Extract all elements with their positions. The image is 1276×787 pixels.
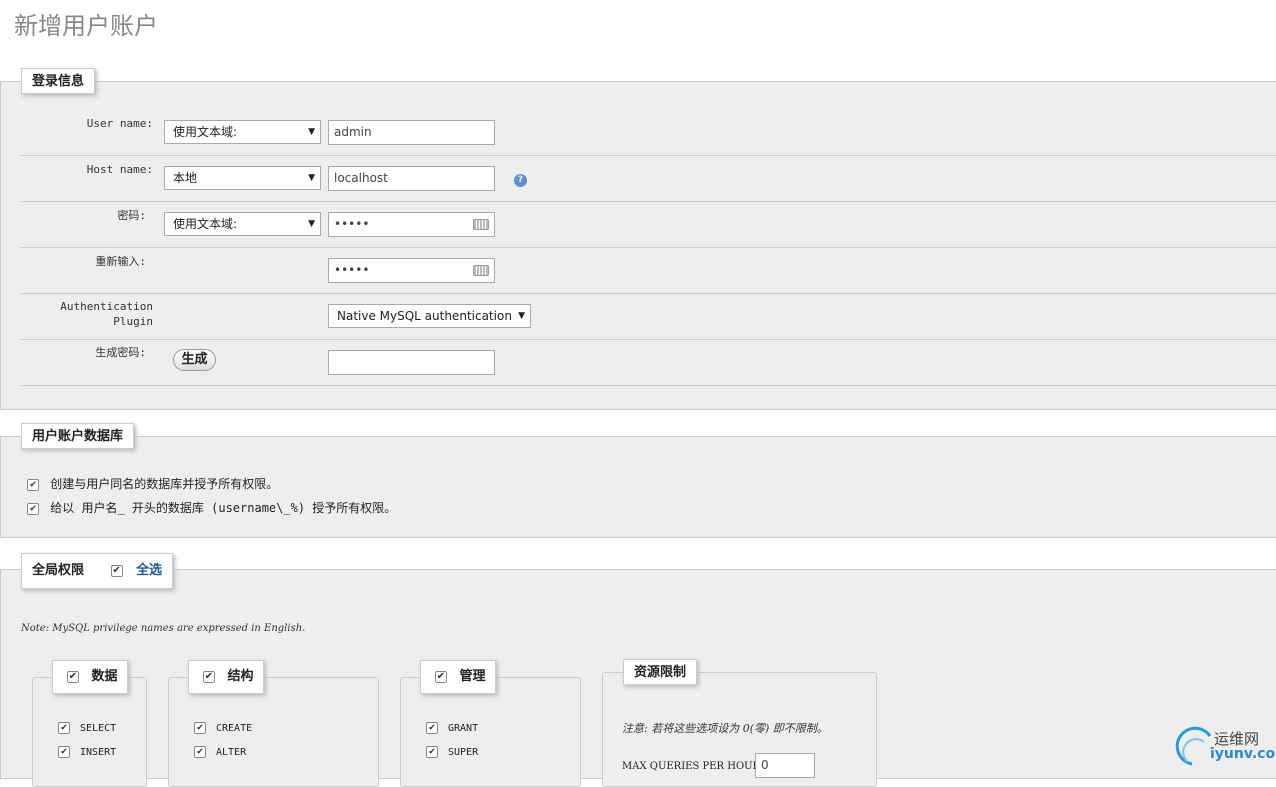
privilege-label: CREATE bbox=[216, 723, 253, 734]
max-queries-input[interactable]: 0 bbox=[755, 753, 815, 778]
keyboard-icon[interactable] bbox=[473, 219, 489, 230]
auth-plugin-label-line1: Authentication bbox=[60, 300, 153, 313]
password-type-value: 使用文本域: bbox=[173, 217, 238, 231]
privilege-label: SELECT bbox=[80, 723, 117, 734]
privilege-insert[interactable]: ✔ INSERT bbox=[58, 746, 116, 758]
password-type-select[interactable]: 使用文本域: ▼ bbox=[164, 212, 321, 236]
global-privileges-legend: 全局权限 ✔ 全选 bbox=[21, 553, 174, 589]
hostname-label: Host name: bbox=[86, 163, 153, 176]
privilege-note: Note: MySQL privilege names are expresse… bbox=[21, 623, 306, 634]
select-all-label[interactable]: 全选 bbox=[136, 563, 162, 578]
auth-plugin-label: Authentication Plugin bbox=[21, 299, 153, 329]
keyboard-icon[interactable] bbox=[473, 265, 489, 276]
select-all-checkbox[interactable]: ✔ bbox=[110, 564, 123, 577]
global-privileges-title: 全局权限 bbox=[32, 563, 85, 578]
checkbox-checked-icon[interactable]: ✔ bbox=[426, 746, 438, 758]
resource-limits-note: 注意: 若将这些选项设为 0(零) 即不限制。 bbox=[622, 722, 828, 735]
wildcard-db-option[interactable]: ✔ 给以 用户名_ 开头的数据库 (username\_%) 授予所有权限。 bbox=[27, 499, 396, 516]
structure-group-checkbox[interactable]: ✔ bbox=[203, 670, 215, 683]
checkbox-checked-icon[interactable]: ✔ bbox=[58, 746, 70, 758]
retype-label: 重新输入: bbox=[95, 255, 146, 268]
admin-group-checkbox[interactable]: ✔ bbox=[435, 670, 447, 683]
dropdown-arrow-icon: ▼ bbox=[308, 173, 315, 183]
watermark-logo: 运维网 iyunv.com bbox=[1170, 724, 1276, 771]
password-label: 密码: bbox=[117, 209, 146, 222]
generate-password-row: 生成密码: 生成 bbox=[21, 340, 1276, 386]
max-queries-label: MAX QUERIES PER HOUR bbox=[622, 761, 761, 772]
password-input[interactable]: ••••• bbox=[328, 212, 495, 237]
privilege-grant[interactable]: ✔ GRANT bbox=[426, 722, 478, 734]
create-db-option-label: 创建与用户同名的数据库并授予所有权限。 bbox=[50, 477, 279, 491]
data-group-checkbox[interactable]: ✔ bbox=[67, 670, 79, 683]
user-database-legend: 用户账户数据库 bbox=[21, 423, 135, 449]
checkbox-checked-icon[interactable]: ✔ bbox=[27, 502, 39, 515]
generate-password-label: 生成密码: bbox=[95, 346, 146, 359]
checkbox-checked-icon[interactable]: ✔ bbox=[27, 478, 39, 491]
auth-plugin-row: Authentication Plugin Native MySQL authe… bbox=[21, 294, 1276, 340]
help-icon[interactable]: ? bbox=[514, 174, 527, 187]
auth-plugin-select[interactable]: Native MySQL authentication ▼ bbox=[328, 304, 531, 328]
structure-group-title: 结构 bbox=[227, 669, 254, 684]
checkbox-checked-icon[interactable]: ✔ bbox=[426, 722, 438, 734]
admin-group-legend: ✔ 管理 bbox=[420, 660, 496, 694]
username-type-select[interactable]: 使用文本域: ▼ bbox=[164, 120, 321, 144]
resource-limits-group: 资源限制 注意: 若将这些选项设为 0(零) 即不限制。 MAX QUERIES… bbox=[602, 659, 877, 787]
hostname-type-value: 本地 bbox=[173, 171, 198, 185]
privilege-label: SUPER bbox=[448, 747, 479, 758]
dropdown-arrow-icon: ▼ bbox=[518, 311, 525, 321]
admin-group-title: 管理 bbox=[459, 669, 486, 684]
structure-group-legend: ✔ 结构 bbox=[188, 660, 264, 694]
privilege-label: GRANT bbox=[448, 723, 479, 734]
privilege-select[interactable]: ✔ SELECT bbox=[58, 722, 116, 734]
username-input[interactable]: admin bbox=[328, 120, 495, 145]
hostname-row: Host name: 本地 ▼ localhost ? bbox=[21, 156, 1276, 202]
username-type-value: 使用文本域: bbox=[173, 125, 238, 139]
hostname-input[interactable]: localhost bbox=[328, 166, 495, 191]
username-row: User name: 使用文本域: ▼ admin bbox=[21, 110, 1276, 156]
privilege-create[interactable]: ✔ CREATE bbox=[194, 722, 252, 734]
data-group-title: 数据 bbox=[91, 669, 118, 684]
page-title: 新增用户账户 bbox=[14, 12, 158, 40]
watermark-url: iyunv.com bbox=[1210, 746, 1276, 762]
wildcard-db-option-label: 给以 用户名_ 开头的数据库 (username\_%) 授予所有权限。 bbox=[50, 501, 397, 515]
login-info-fieldset: 登录信息 User name: 使用文本域: ▼ admin Host name… bbox=[0, 68, 1276, 410]
dropdown-arrow-icon: ▼ bbox=[308, 219, 315, 229]
auth-plugin-label-line2: Plugin bbox=[113, 315, 153, 328]
retype-row: 重新输入: ••••• bbox=[21, 248, 1276, 294]
retype-value: ••••• bbox=[334, 263, 370, 277]
hostname-type-select[interactable]: 本地 ▼ bbox=[164, 166, 321, 190]
privilege-super[interactable]: ✔ SUPER bbox=[426, 746, 478, 758]
login-info-legend: 登录信息 bbox=[21, 68, 96, 94]
privilege-alter[interactable]: ✔ ALTER bbox=[194, 746, 246, 758]
generate-button[interactable]: 生成 bbox=[173, 349, 216, 371]
global-privileges-fieldset: 全局权限 ✔ 全选 Note: MySQL privilege names ar… bbox=[0, 553, 1276, 787]
privilege-label: ALTER bbox=[216, 747, 247, 758]
create-db-option[interactable]: ✔ 创建与用户同名的数据库并授予所有权限。 bbox=[27, 475, 278, 492]
data-group-legend: ✔ 数据 bbox=[52, 660, 128, 694]
user-database-fieldset: 用户账户数据库 ✔ 创建与用户同名的数据库并授予所有权限。 ✔ 给以 用户名_ … bbox=[0, 423, 1276, 538]
privilege-label: INSERT bbox=[80, 747, 117, 758]
auth-plugin-value: Native MySQL authentication bbox=[337, 309, 512, 323]
generated-password-input[interactable] bbox=[328, 350, 495, 375]
password-value: ••••• bbox=[334, 217, 370, 231]
dropdown-arrow-icon: ▼ bbox=[308, 127, 315, 137]
username-label: User name: bbox=[86, 117, 153, 130]
checkbox-checked-icon[interactable]: ✔ bbox=[194, 746, 206, 758]
checkbox-checked-icon[interactable]: ✔ bbox=[194, 722, 206, 734]
resource-limits-legend: 资源限制 bbox=[623, 659, 698, 685]
password-row: 密码: 使用文本域: ▼ ••••• bbox=[21, 202, 1276, 248]
checkbox-checked-icon[interactable]: ✔ bbox=[58, 722, 70, 734]
retype-password-input[interactable]: ••••• bbox=[328, 258, 495, 283]
